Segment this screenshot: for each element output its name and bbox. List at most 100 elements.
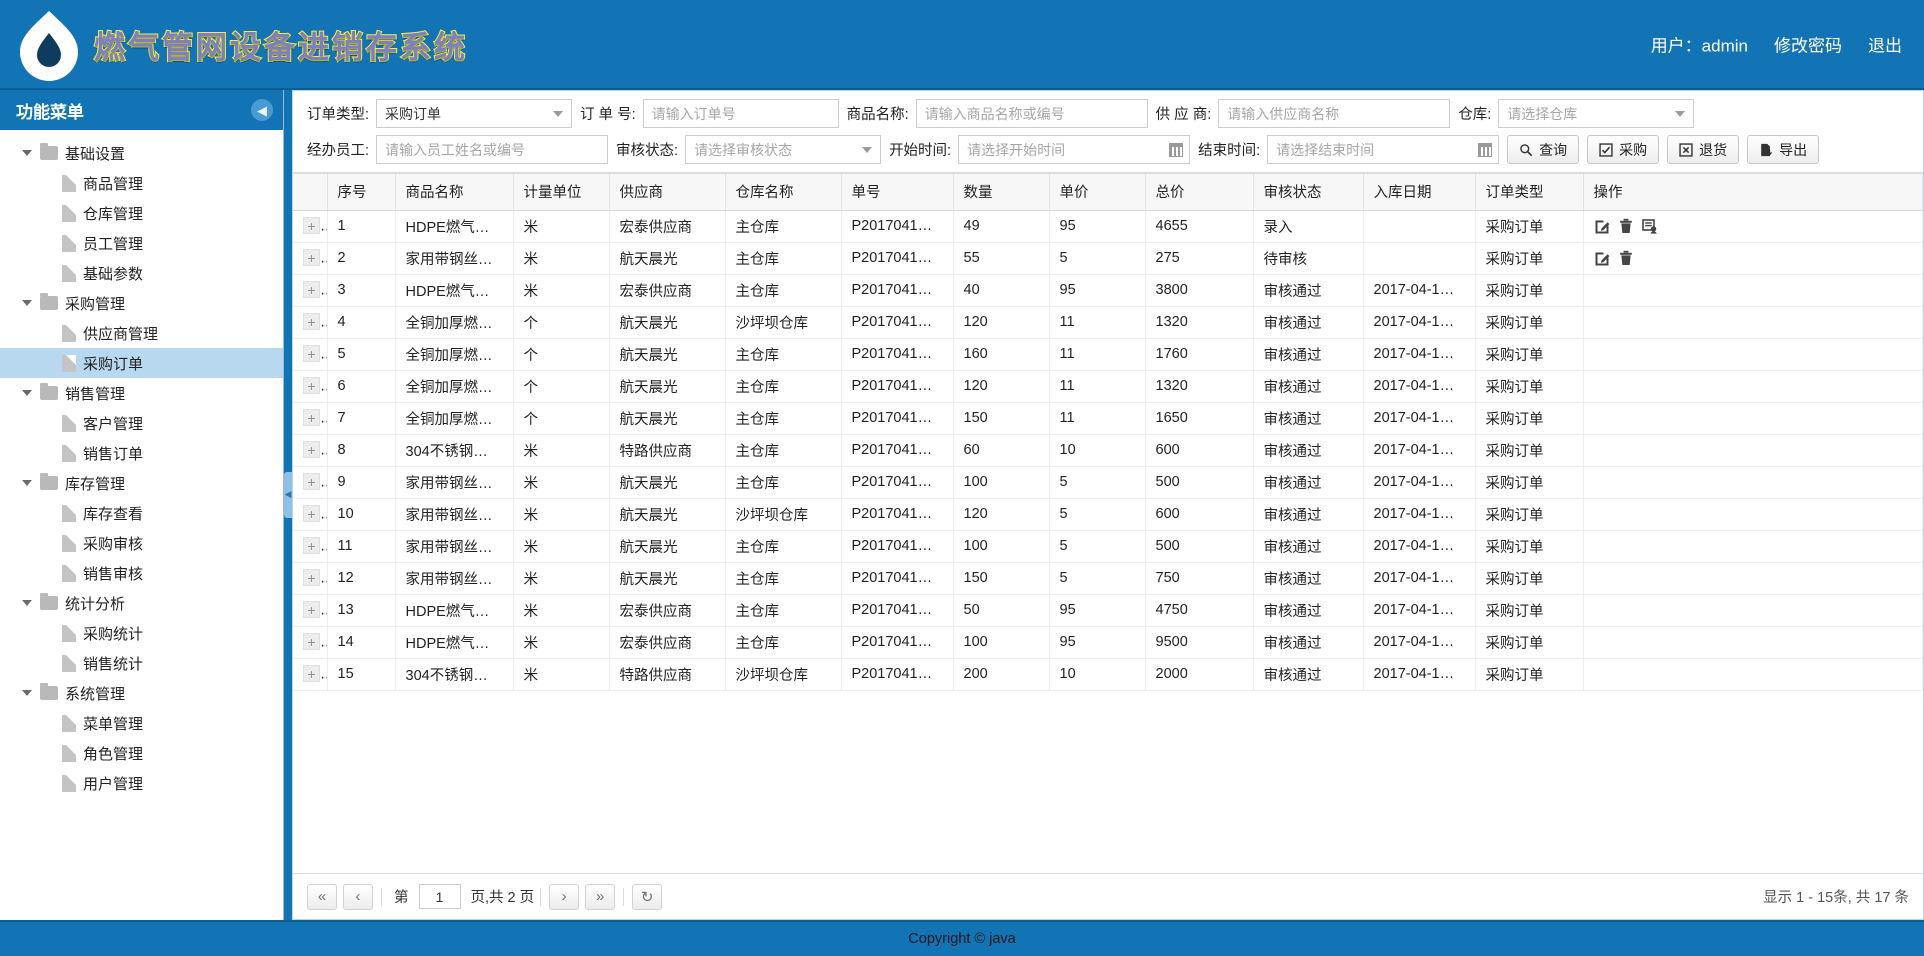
chevron-left-icon[interactable]: ◀	[251, 99, 273, 121]
end-time-input[interactable]: 请选择结束时间	[1267, 135, 1500, 164]
sidebar-item-销售审核[interactable]: 销售审核	[0, 558, 283, 588]
sidebar-item-仓库管理[interactable]: 仓库管理	[0, 198, 283, 228]
delete-icon[interactable]	[1618, 218, 1634, 234]
plus-expand-icon[interactable]: +	[303, 633, 320, 651]
logout-link[interactable]: 退出	[1868, 32, 1902, 57]
return-button[interactable]: 退货	[1667, 135, 1740, 164]
plus-expand-icon[interactable]: +	[303, 569, 320, 587]
plus-expand-icon[interactable]: +	[303, 665, 320, 683]
plus-expand-icon[interactable]: +	[303, 441, 320, 459]
sidebar-group-header[interactable]: 系统管理	[0, 678, 283, 708]
col-header-total[interactable]: 总价	[1145, 174, 1254, 211]
row-expand-cell[interactable]: +	[293, 306, 328, 339]
plus-expand-icon[interactable]: +	[303, 313, 320, 331]
col-header-status[interactable]: 审核状态	[1253, 174, 1364, 211]
sidebar-item-销售订单[interactable]: 销售订单	[0, 438, 283, 468]
table-row[interactable]: +11 家用带钢丝… 米航天晨光 主仓库 P2017041… 100 5 500 审核通过 201…	[293, 530, 1923, 563]
table-row[interactable]: +10 家用带钢丝… 米航天晨光 沙坪坝仓库 P2017041… 120 5 600 审核通过 2…	[293, 498, 1923, 531]
table-row[interactable]: +4 全铜加厚燃… 个航天晨光 沙坪坝仓库 P2017041… 120 11 1320 审核通过…	[293, 306, 1923, 339]
sidebar-item-商品管理[interactable]: 商品管理	[0, 168, 283, 198]
table-row[interactable]: +1 HDPE燃气… 米宏泰供应商 主仓库 P2017041… 49 95 4655 录入 采购订…	[293, 210, 1923, 243]
next-page-button[interactable]: ›	[549, 883, 580, 910]
plus-expand-icon[interactable]: +	[303, 537, 320, 555]
table-row[interactable]: +8 304不锈钢… 米特路供应商 主仓库 P2017041… 60 10 600 审核通过 20…	[293, 434, 1923, 467]
sidebar-item-角色管理[interactable]: 角色管理	[0, 738, 283, 768]
sidebar-item-客户管理[interactable]: 客户管理	[0, 408, 283, 438]
table-row[interactable]: +3 HDPE燃气… 米宏泰供应商 主仓库 P2017041… 40 95 3800 审核通过 2…	[293, 274, 1923, 307]
plus-expand-icon[interactable]: +	[303, 217, 320, 235]
refresh-button[interactable]: ↻	[632, 883, 663, 910]
supplier-input[interactable]: 请输入供应商名称	[1218, 99, 1451, 128]
splitter-grip-icon[interactable]: ◀	[284, 471, 292, 518]
table-row[interactable]: +9 家用带钢丝… 米航天晨光 主仓库 P2017041… 100 5 500 审核通过 2017…	[293, 466, 1923, 499]
col-header-unit[interactable]: 计量单位	[513, 174, 610, 211]
col-header-order-no[interactable]: 单号	[841, 174, 954, 211]
table-row[interactable]: +14 HDPE燃气… 米宏泰供应商 主仓库 P2017041… 100 95 9500 审核通…	[293, 626, 1923, 659]
row-expand-cell[interactable]: +	[293, 626, 328, 659]
row-expand-cell[interactable]: +	[293, 530, 328, 563]
table-row[interactable]: +15 304不锈钢… 米特路供应商 沙坪坝仓库 P2017041… 200 10 2000 审…	[293, 658, 1923, 691]
plus-expand-icon[interactable]: +	[303, 345, 320, 363]
order-no-input[interactable]: 请输入订单号	[642, 99, 839, 128]
sidebar-item-供应商管理[interactable]: 供应商管理	[0, 318, 283, 348]
row-expand-cell[interactable]: +	[293, 210, 328, 243]
caret-down-icon[interactable]	[22, 480, 32, 486]
order-type-select[interactable]: 采购订单	[376, 99, 573, 128]
sidebar-item-用户管理[interactable]: 用户管理	[0, 768, 283, 798]
plus-expand-icon[interactable]: +	[303, 409, 320, 427]
table-row[interactable]: +13 HDPE燃气… 米宏泰供应商 主仓库 P2017041… 50 95 4750 审核通过…	[293, 594, 1923, 627]
table-row[interactable]: +7 全铜加厚燃… 个航天晨光 主仓库 P2017041… 150 11 1650 审核通过 20…	[293, 402, 1923, 435]
plus-expand-icon[interactable]: +	[303, 249, 320, 267]
sidebar-item-菜单管理[interactable]: 菜单管理	[0, 708, 283, 738]
sidebar-item-基础参数[interactable]: 基础参数	[0, 258, 283, 288]
first-page-button[interactable]: «	[307, 883, 337, 910]
goods-name-input[interactable]: 请输入商品名称或编号	[915, 99, 1148, 128]
sidebar-group-header[interactable]: 销售管理	[0, 378, 283, 408]
sidebar-item-采购统计[interactable]: 采购统计	[0, 618, 283, 648]
row-expand-cell[interactable]: +	[293, 338, 328, 371]
submit-audit-icon[interactable]	[1641, 218, 1658, 234]
start-time-input[interactable]: 请选择开始时间	[958, 135, 1191, 164]
sidebar-item-采购订单[interactable]: 采购订单	[0, 348, 283, 378]
staff-input[interactable]: 请输入员工姓名或编号	[376, 135, 609, 164]
audit-status-select[interactable]: 请选择审核状态	[685, 135, 882, 164]
plus-expand-icon[interactable]: +	[303, 473, 320, 491]
plus-expand-icon[interactable]: +	[303, 505, 320, 523]
row-expand-cell[interactable]: +	[293, 274, 328, 307]
row-expand-cell[interactable]: +	[293, 594, 328, 627]
caret-down-icon[interactable]	[22, 150, 32, 156]
col-header-warehouse[interactable]: 仓库名称	[725, 174, 842, 211]
row-expand-cell[interactable]: +	[293, 498, 328, 531]
sidebar-splitter[interactable]: ◀	[284, 90, 292, 920]
last-page-button[interactable]: »	[585, 883, 616, 910]
col-header-ops[interactable]: 操作	[1583, 174, 1923, 211]
row-expand-cell[interactable]: +	[293, 466, 328, 499]
sidebar-item-销售统计[interactable]: 销售统计	[0, 648, 283, 678]
sidebar-item-库存查看[interactable]: 库存查看	[0, 498, 283, 528]
row-expand-cell[interactable]: +	[293, 562, 328, 595]
table-row[interactable]: +12 家用带钢丝… 米航天晨光 主仓库 P2017041… 150 5 750 审核通过 201…	[293, 562, 1923, 595]
sidebar-item-采购审核[interactable]: 采购审核	[0, 528, 283, 558]
table-row[interactable]: +2 家用带钢丝… 米航天晨光 主仓库 P2017041… 55 5 275 待审核 采购订单	[293, 242, 1923, 275]
row-expand-cell[interactable]: +	[293, 242, 328, 275]
calendar-icon[interactable]	[1478, 142, 1493, 157]
col-header-type[interactable]: 订单类型	[1475, 174, 1584, 211]
sidebar-item-员工管理[interactable]: 员工管理	[0, 228, 283, 258]
plus-expand-icon[interactable]: +	[303, 601, 320, 619]
col-header-goods[interactable]: 商品名称	[395, 174, 514, 211]
prev-page-button[interactable]: ‹	[343, 883, 373, 910]
col-header-no[interactable]: 序号	[327, 174, 396, 211]
caret-down-icon[interactable]	[22, 690, 32, 696]
caret-down-icon[interactable]	[22, 300, 32, 306]
table-row[interactable]: +5 全铜加厚燃… 个航天晨光 主仓库 P2017041… 160 11 1760 审核通过 20…	[293, 338, 1923, 371]
export-button[interactable]: 导出	[1747, 135, 1820, 164]
edit-icon[interactable]	[1594, 250, 1610, 266]
table-row[interactable]: +6 全铜加厚燃… 个航天晨光 主仓库 P2017041… 120 11 1320 审核通过 20…	[293, 370, 1923, 403]
edit-icon[interactable]	[1594, 218, 1610, 234]
col-header-in-date[interactable]: 入库日期	[1363, 174, 1476, 211]
col-header-supplier[interactable]: 供应商	[609, 174, 726, 211]
plus-expand-icon[interactable]: +	[303, 281, 320, 299]
col-header-qty[interactable]: 数量	[953, 174, 1050, 211]
change-password-link[interactable]: 修改密码	[1774, 32, 1842, 57]
caret-down-icon[interactable]	[22, 390, 32, 396]
